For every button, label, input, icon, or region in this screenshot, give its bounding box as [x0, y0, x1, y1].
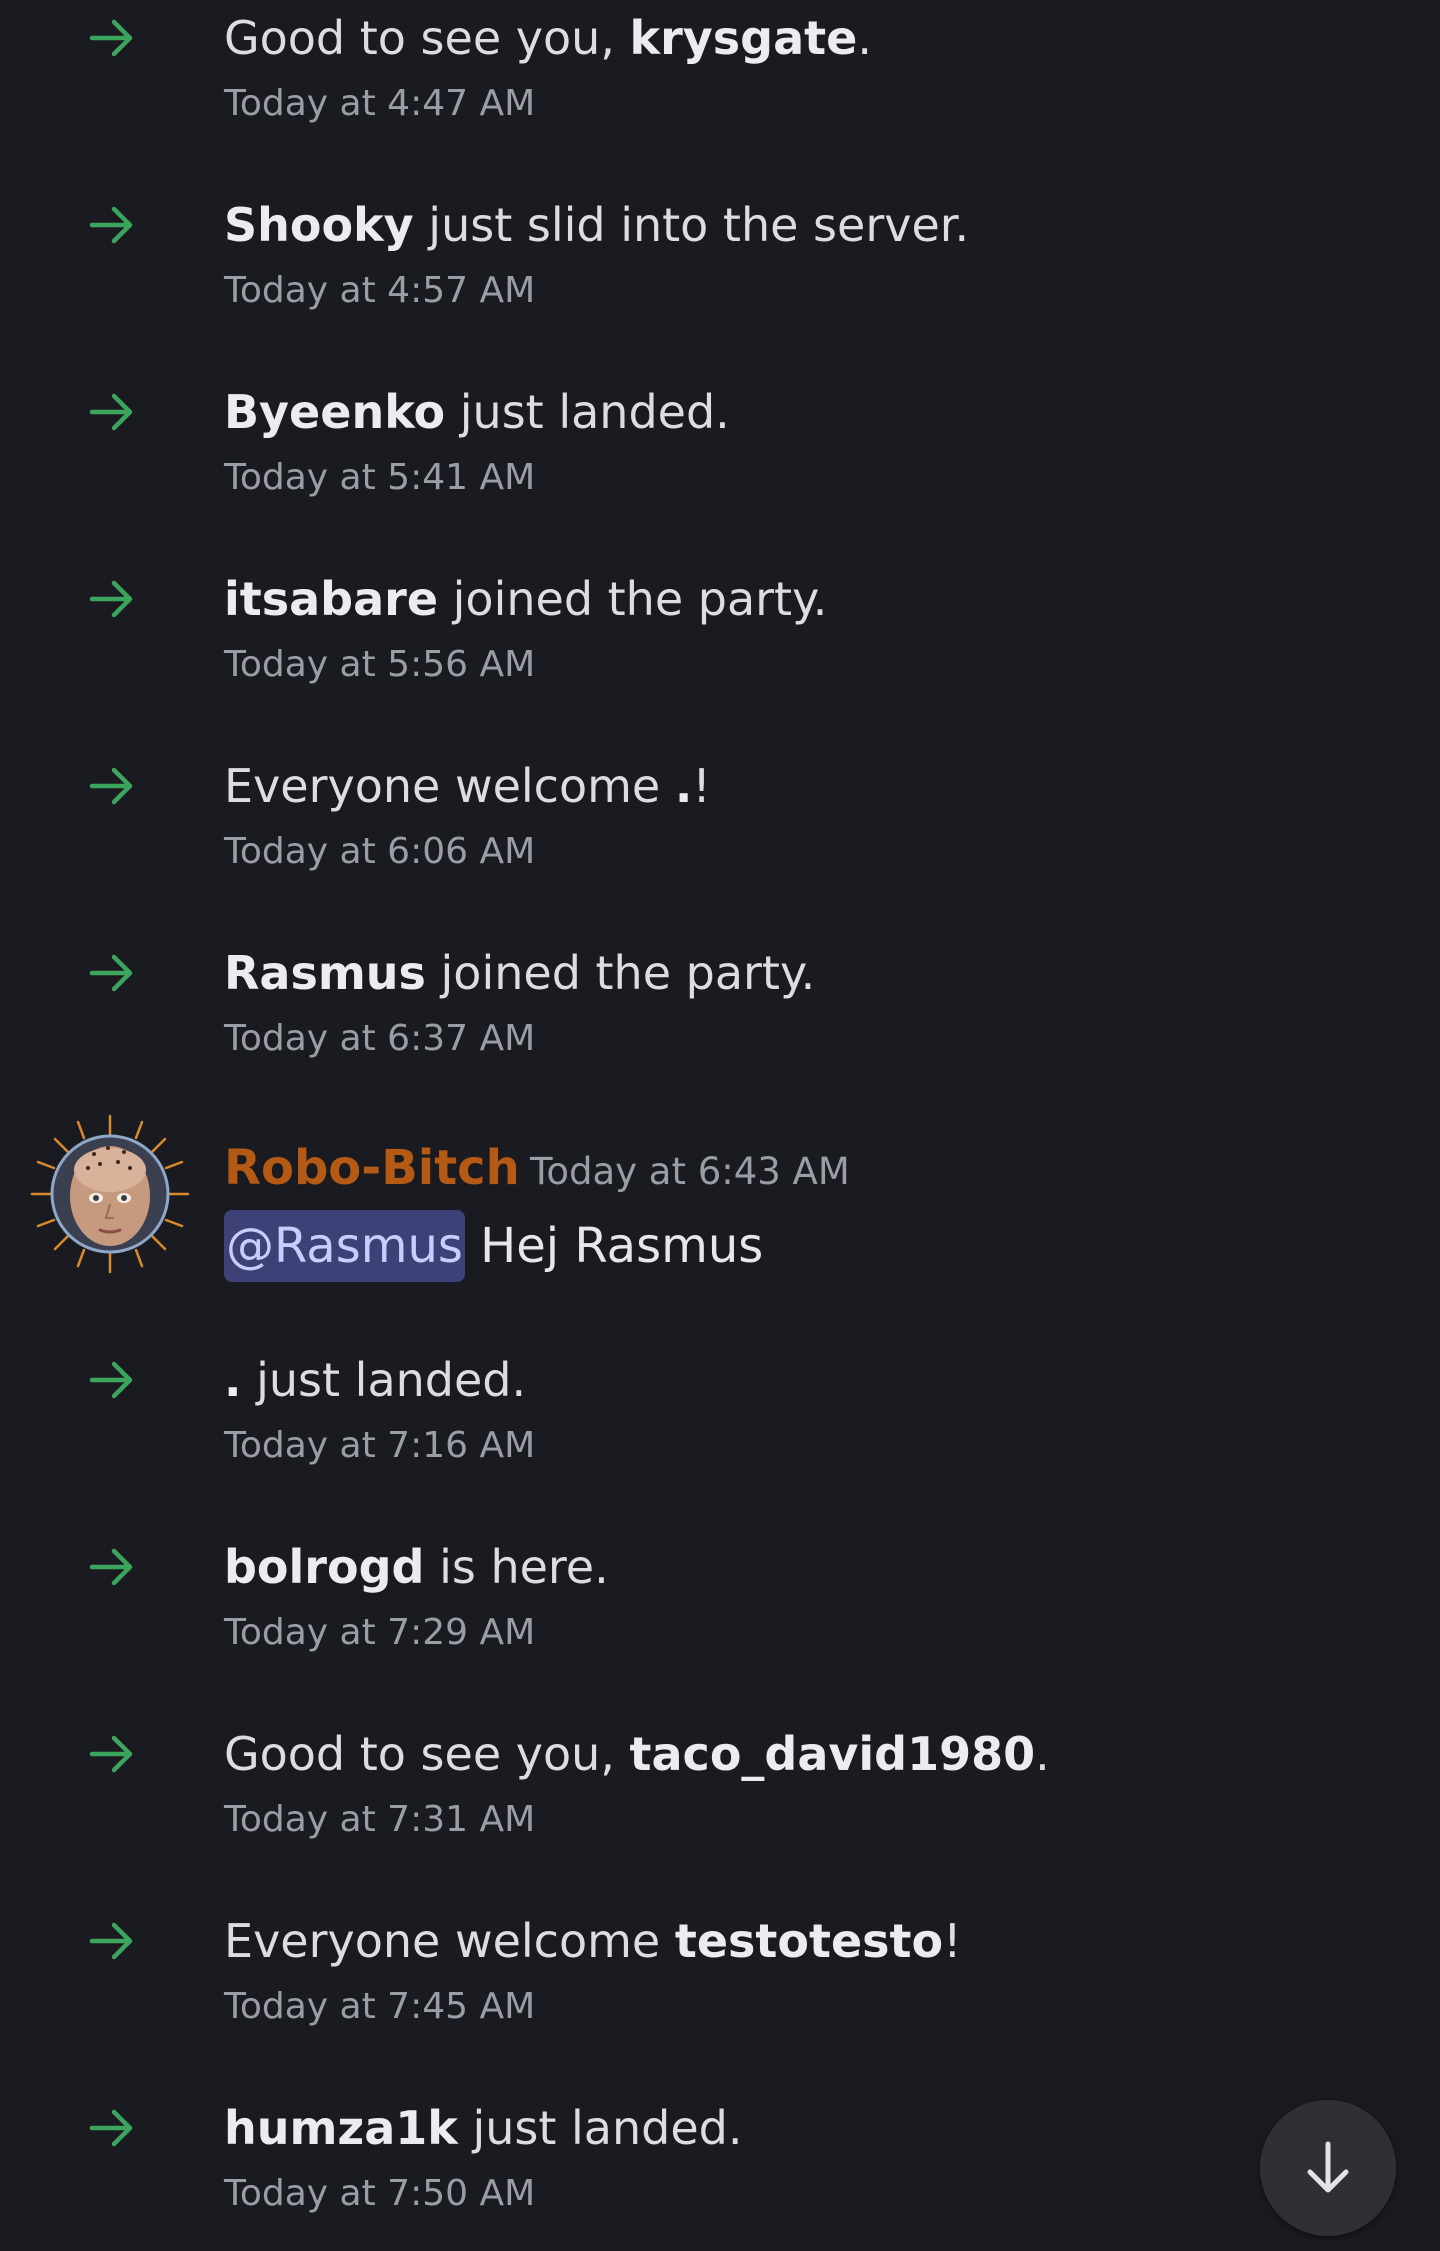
join-message[interactable]: humza1k just landed. Today at 7:50 AM — [0, 2098, 1440, 2238]
arrow-down-icon — [1307, 2141, 1349, 2193]
timestamp: Today at 7:29 AM — [224, 1612, 536, 1653]
arrow-right-icon — [89, 580, 133, 618]
message-timestamp: Today at 6:43 AM — [530, 1150, 850, 1193]
jump-to-present-button[interactable] — [1260, 2100, 1396, 2236]
timestamp: Today at 6:37 AM — [224, 1018, 536, 1059]
join-message[interactable]: Shooky just slid into the server. Today … — [0, 195, 1440, 335]
timestamp: Today at 7:31 AM — [224, 1799, 536, 1840]
arrow-right-icon — [89, 954, 133, 992]
timestamp: Today at 5:41 AM — [224, 457, 536, 498]
message-author[interactable]: Robo-Bitch — [224, 1138, 520, 1198]
join-message[interactable]: . just landed. Today at 7:16 AM — [0, 1350, 1440, 1490]
join-text: Rasmus joined the party. — [224, 946, 816, 1000]
username[interactable]: humza1k — [224, 2101, 458, 2155]
join-text: bolrogd is here. — [224, 1540, 609, 1594]
timestamp: Today at 4:47 AM — [224, 83, 536, 124]
join-text: Good to see you, taco_david1980. — [224, 1727, 1050, 1781]
join-message[interactable]: Good to see you, krysgate. Today at 4:47… — [0, 8, 1440, 148]
join-message[interactable]: Rasmus joined the party. Today at 6:37 A… — [0, 943, 1440, 1083]
arrow-right-icon — [89, 767, 133, 805]
arrow-right-icon — [89, 206, 133, 244]
username[interactable]: . — [675, 759, 692, 813]
join-text: itsabare joined the party. — [224, 572, 828, 626]
timestamp: Today at 6:06 AM — [224, 831, 536, 872]
join-text: Good to see you, krysgate. — [224, 11, 872, 65]
timestamp: Today at 7:45 AM — [224, 1986, 536, 2027]
timestamp: Today at 4:57 AM — [224, 270, 536, 311]
join-message[interactable]: bolrogd is here. Today at 7:29 AM — [0, 1537, 1440, 1677]
arrow-right-icon — [89, 393, 133, 431]
join-message[interactable]: Good to see you, taco_david1980. Today a… — [0, 1724, 1440, 1864]
arrow-right-icon — [89, 19, 133, 57]
username[interactable]: taco_david1980 — [630, 1727, 1036, 1781]
message-text: Hej Rasmus — [464, 1218, 764, 1274]
join-text: humza1k just landed. — [224, 2101, 743, 2155]
username[interactable]: . — [224, 1353, 241, 1407]
chat-message[interactable]: Robo-Bitch Today at 6:43 AM @Rasmus Hej … — [0, 1114, 1440, 1284]
username[interactable]: Rasmus — [224, 946, 426, 1000]
username[interactable]: Byeenko — [224, 385, 445, 439]
username[interactable]: bolrogd — [224, 1540, 424, 1594]
arrow-right-icon — [89, 2109, 133, 2147]
user-mention[interactable]: @Rasmus — [224, 1210, 465, 1282]
arrow-right-icon — [89, 1922, 133, 1960]
message-feed[interactable]: Good to see you, krysgate. Today at 4:47… — [0, 0, 1440, 2251]
join-text: Everyone welcome testotesto! — [224, 1914, 962, 1968]
join-message[interactable]: itsabare joined the party. Today at 5:56… — [0, 569, 1440, 709]
arrow-right-icon — [89, 1548, 133, 1586]
join-text: Byeenko just landed. — [224, 385, 730, 439]
arrow-right-icon — [89, 1361, 133, 1399]
username[interactable]: testotesto — [675, 1914, 943, 1968]
join-text: Shooky just slid into the server. — [224, 198, 970, 252]
username[interactable]: Shooky — [224, 198, 414, 252]
join-message[interactable]: Everyone welcome testotesto! Today at 7:… — [0, 1911, 1440, 2051]
join-message[interactable]: Byeenko just landed. Today at 5:41 AM — [0, 382, 1440, 522]
username[interactable]: itsabare — [224, 572, 438, 626]
timestamp: Today at 7:50 AM — [224, 2173, 536, 2214]
join-text: Everyone welcome .! — [224, 759, 711, 813]
arrow-right-icon — [89, 1735, 133, 1773]
avatar[interactable] — [30, 1114, 190, 1274]
message-body: @Rasmus Hej Rasmus — [224, 1210, 763, 1282]
timestamp: Today at 5:56 AM — [224, 644, 536, 685]
join-text: . just landed. — [224, 1353, 527, 1407]
username[interactable]: krysgate — [630, 11, 858, 65]
join-message[interactable]: Everyone welcome .! Today at 6:06 AM — [0, 756, 1440, 896]
timestamp: Today at 7:16 AM — [224, 1425, 536, 1466]
